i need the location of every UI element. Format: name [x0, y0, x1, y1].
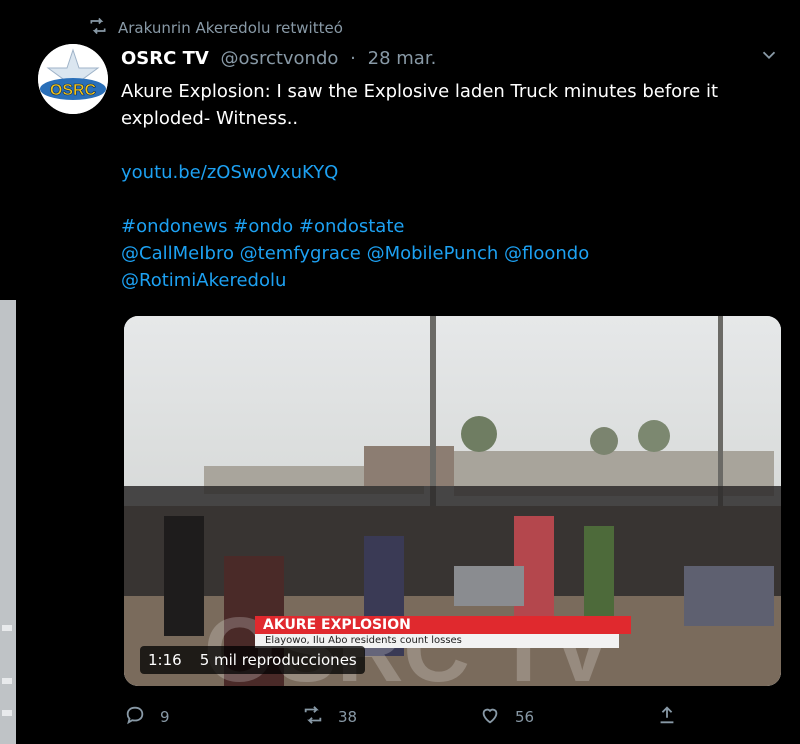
- tweet-header: OSRC TV @osrctvondo · 28 mar.: [121, 48, 436, 69]
- video-duration: 1:16: [148, 651, 182, 669]
- banner-title: AKURE EXPLOSION: [255, 616, 631, 634]
- like-button[interactable]: 56: [479, 704, 534, 730]
- retweet-icon: [302, 704, 324, 730]
- video-views: 5 mil reproducciones: [199, 651, 357, 669]
- tweet-date[interactable]: 28 mar.: [368, 48, 437, 69]
- share-icon: [656, 704, 678, 730]
- share-button[interactable]: [656, 704, 678, 730]
- edge-fragment: [2, 710, 12, 716]
- reply-count: 9: [160, 708, 170, 726]
- retweet-count: 38: [338, 708, 358, 726]
- retweet-icon: [88, 16, 108, 40]
- youtube-link[interactable]: youtu.be/zOSwoVxuKYQ: [121, 162, 338, 183]
- edge-fragment: [2, 625, 12, 631]
- avatar[interactable]: OSRC: [38, 44, 108, 114]
- mentions[interactable]: @CallMeIbro @temfygrace @MobilePunch @fl…: [121, 243, 589, 264]
- video-info-badge: 1:16 5 mil reproducciones: [140, 646, 365, 674]
- chevron-down-icon[interactable]: [758, 44, 780, 66]
- mentions[interactable]: @RotimiAkeredolu: [121, 270, 286, 291]
- tweet-text: Akure Explosion: I saw the Explosive lad…: [121, 78, 761, 294]
- hashtags[interactable]: #ondonews #ondo #ondostate: [121, 216, 404, 237]
- reply-icon: [124, 704, 146, 730]
- left-window-edge-top: [0, 0, 14, 300]
- news-banner: AKURE EXPLOSION Elayowo, Ilu Abo residen…: [255, 616, 631, 648]
- reply-button[interactable]: 9: [124, 704, 170, 730]
- tweet-text-line: Akure Explosion: I saw the Explosive lad…: [121, 81, 719, 102]
- retweet-button[interactable]: 38: [302, 704, 357, 730]
- tweet-text-line: exploded- Witness..: [121, 108, 299, 129]
- edge-fragment: [2, 678, 12, 684]
- svg-text:OSRC: OSRC: [50, 82, 97, 99]
- header-separator: ·: [350, 48, 356, 69]
- left-window-edge: [0, 300, 16, 744]
- retweeter-link[interactable]: Arakunrin Akeredolu retwitteó: [118, 19, 343, 37]
- retweet-context: Arakunrin Akeredolu retwitteó: [88, 16, 343, 40]
- like-count: 56: [515, 708, 535, 726]
- tweet-actions: 9 38 56: [124, 704, 724, 728]
- author-handle[interactable]: @osrctvondo: [221, 48, 339, 69]
- like-icon: [479, 704, 501, 730]
- author-name[interactable]: OSRC TV: [121, 48, 209, 69]
